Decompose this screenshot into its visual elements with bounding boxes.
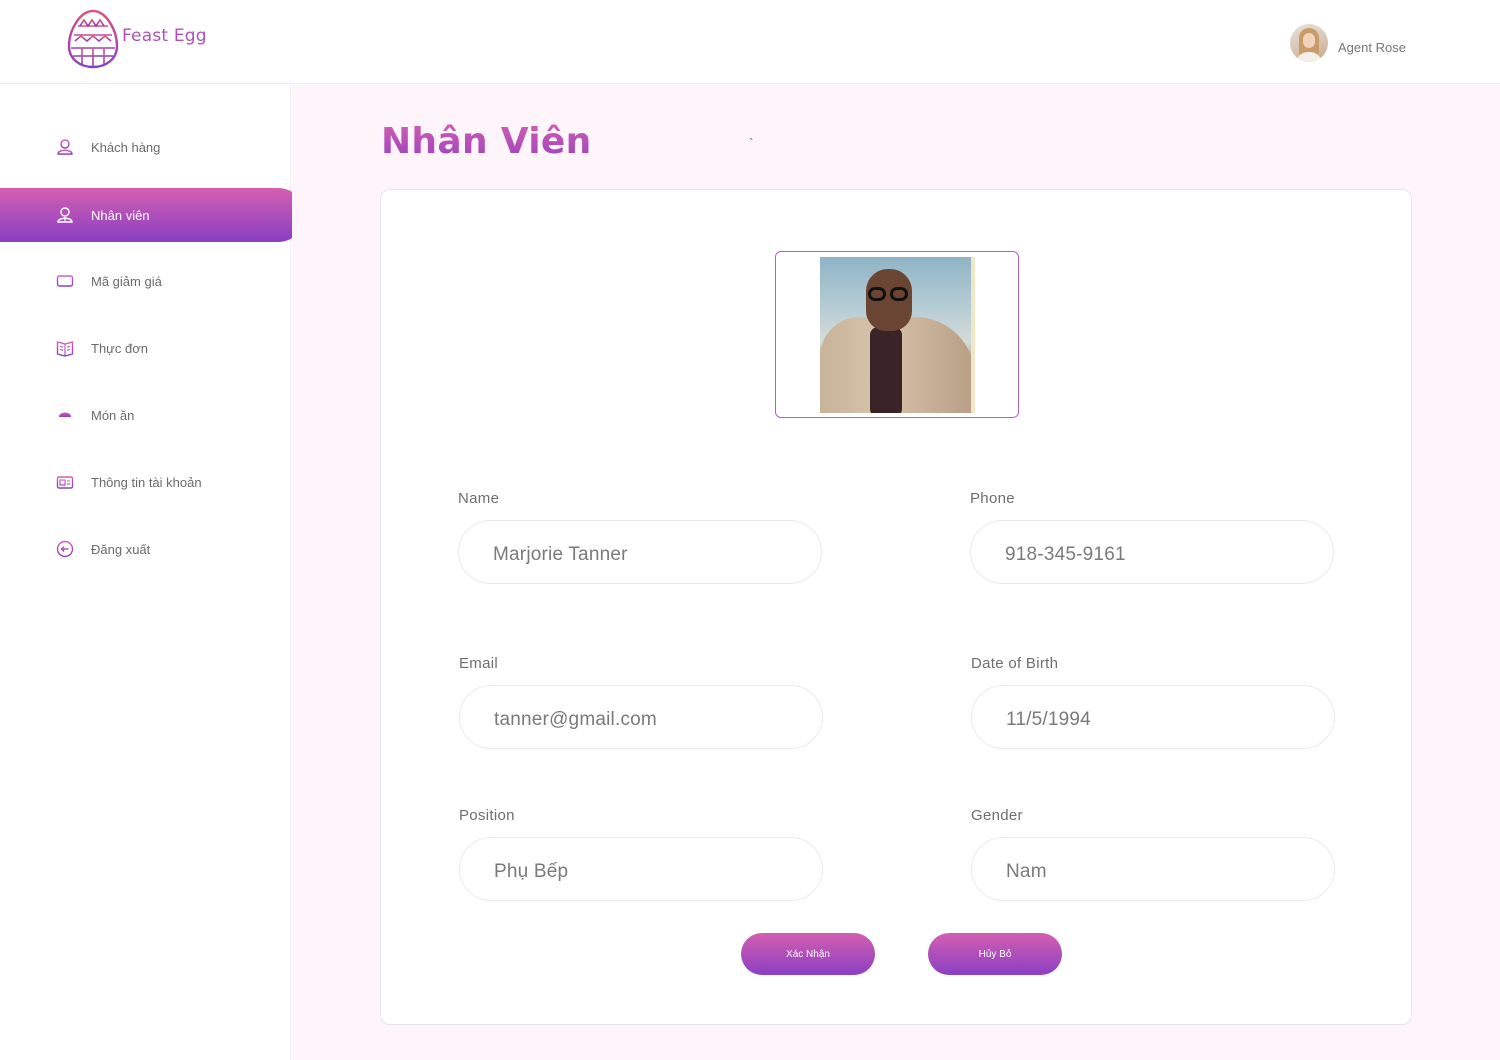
staff-icon [56, 206, 74, 224]
brand-logo[interactable]: Feast Egg [66, 8, 207, 70]
sidebar-item-discounts[interactable]: Mã giảm giá [0, 254, 305, 308]
brand-name: Feast Egg [122, 26, 207, 46]
sidebar-item-label: Thực đơn [91, 340, 148, 356]
sidebar-item-staff[interactable]: Nhân viên [0, 188, 305, 242]
name-field[interactable]: Marjorie Tanner [458, 520, 822, 584]
page-title: Nhân Viên [381, 121, 592, 162]
sidebar-item-label: Món ăn [91, 407, 135, 423]
sidebar-item-customers[interactable]: Khách hàng [0, 120, 305, 174]
email-label: Email [459, 655, 499, 672]
photo-upload-frame[interactable] [775, 251, 1019, 418]
user-name: Agent Rose [1338, 39, 1406, 55]
cancel-button[interactable]: Hủy Bỏ [928, 933, 1062, 975]
sidebar-item-account-info[interactable]: Thông tin tài khoản [0, 455, 305, 509]
name-label: Name [458, 490, 500, 507]
logout-icon [56, 540, 74, 558]
main-content: Nhân Viên ` Name Marjorie Tanner Phone 9… [292, 85, 1500, 1060]
user-profile[interactable]: Agent Rose [1290, 24, 1406, 62]
gender-label: Gender [971, 807, 1023, 824]
employee-photo[interactable] [820, 257, 975, 413]
voucher-icon [56, 272, 74, 290]
stray-mark: ` [749, 135, 754, 151]
sidebar-item-label: Đăng xuất [91, 541, 151, 557]
position-label: Position [459, 807, 515, 824]
dish-icon [56, 406, 74, 424]
confirm-button[interactable]: Xác Nhận [741, 933, 875, 975]
email-field[interactable]: tanner@gmail.com [459, 685, 823, 749]
sidebar-item-label: Khách hàng [91, 139, 161, 155]
gender-field[interactable]: Nam [971, 837, 1335, 901]
position-field[interactable]: Phụ Bếp [459, 837, 823, 901]
sidebar: Khách hàng Nhân viên Mã giảm giá Thực đơ… [0, 85, 305, 1060]
sidebar-item-dishes[interactable]: Món ăn [0, 388, 305, 442]
egg-logo-icon [67, 9, 119, 69]
top-header: Feast Egg Agent Rose [0, 0, 1500, 84]
dob-field[interactable]: 11/5/1994 [971, 685, 1335, 749]
sidebar-item-label: Nhân viên [91, 207, 150, 223]
account-card-icon [56, 473, 74, 491]
employee-form-card: Name Marjorie Tanner Phone 918-345-9161 … [380, 189, 1412, 1025]
user-icon [56, 138, 74, 156]
sidebar-item-label: Mã giảm giá [91, 273, 162, 289]
menu-book-icon [56, 339, 74, 357]
sidebar-item-logout[interactable]: Đăng xuất [0, 522, 305, 576]
phone-field[interactable]: 918-345-9161 [970, 520, 1334, 584]
phone-label: Phone [970, 490, 1015, 507]
dob-label: Date of Birth [971, 655, 1059, 672]
avatar[interactable] [1290, 24, 1328, 62]
sidebar-item-menu[interactable]: Thực đơn [0, 321, 305, 375]
sidebar-item-label: Thông tin tài khoản [91, 474, 202, 490]
